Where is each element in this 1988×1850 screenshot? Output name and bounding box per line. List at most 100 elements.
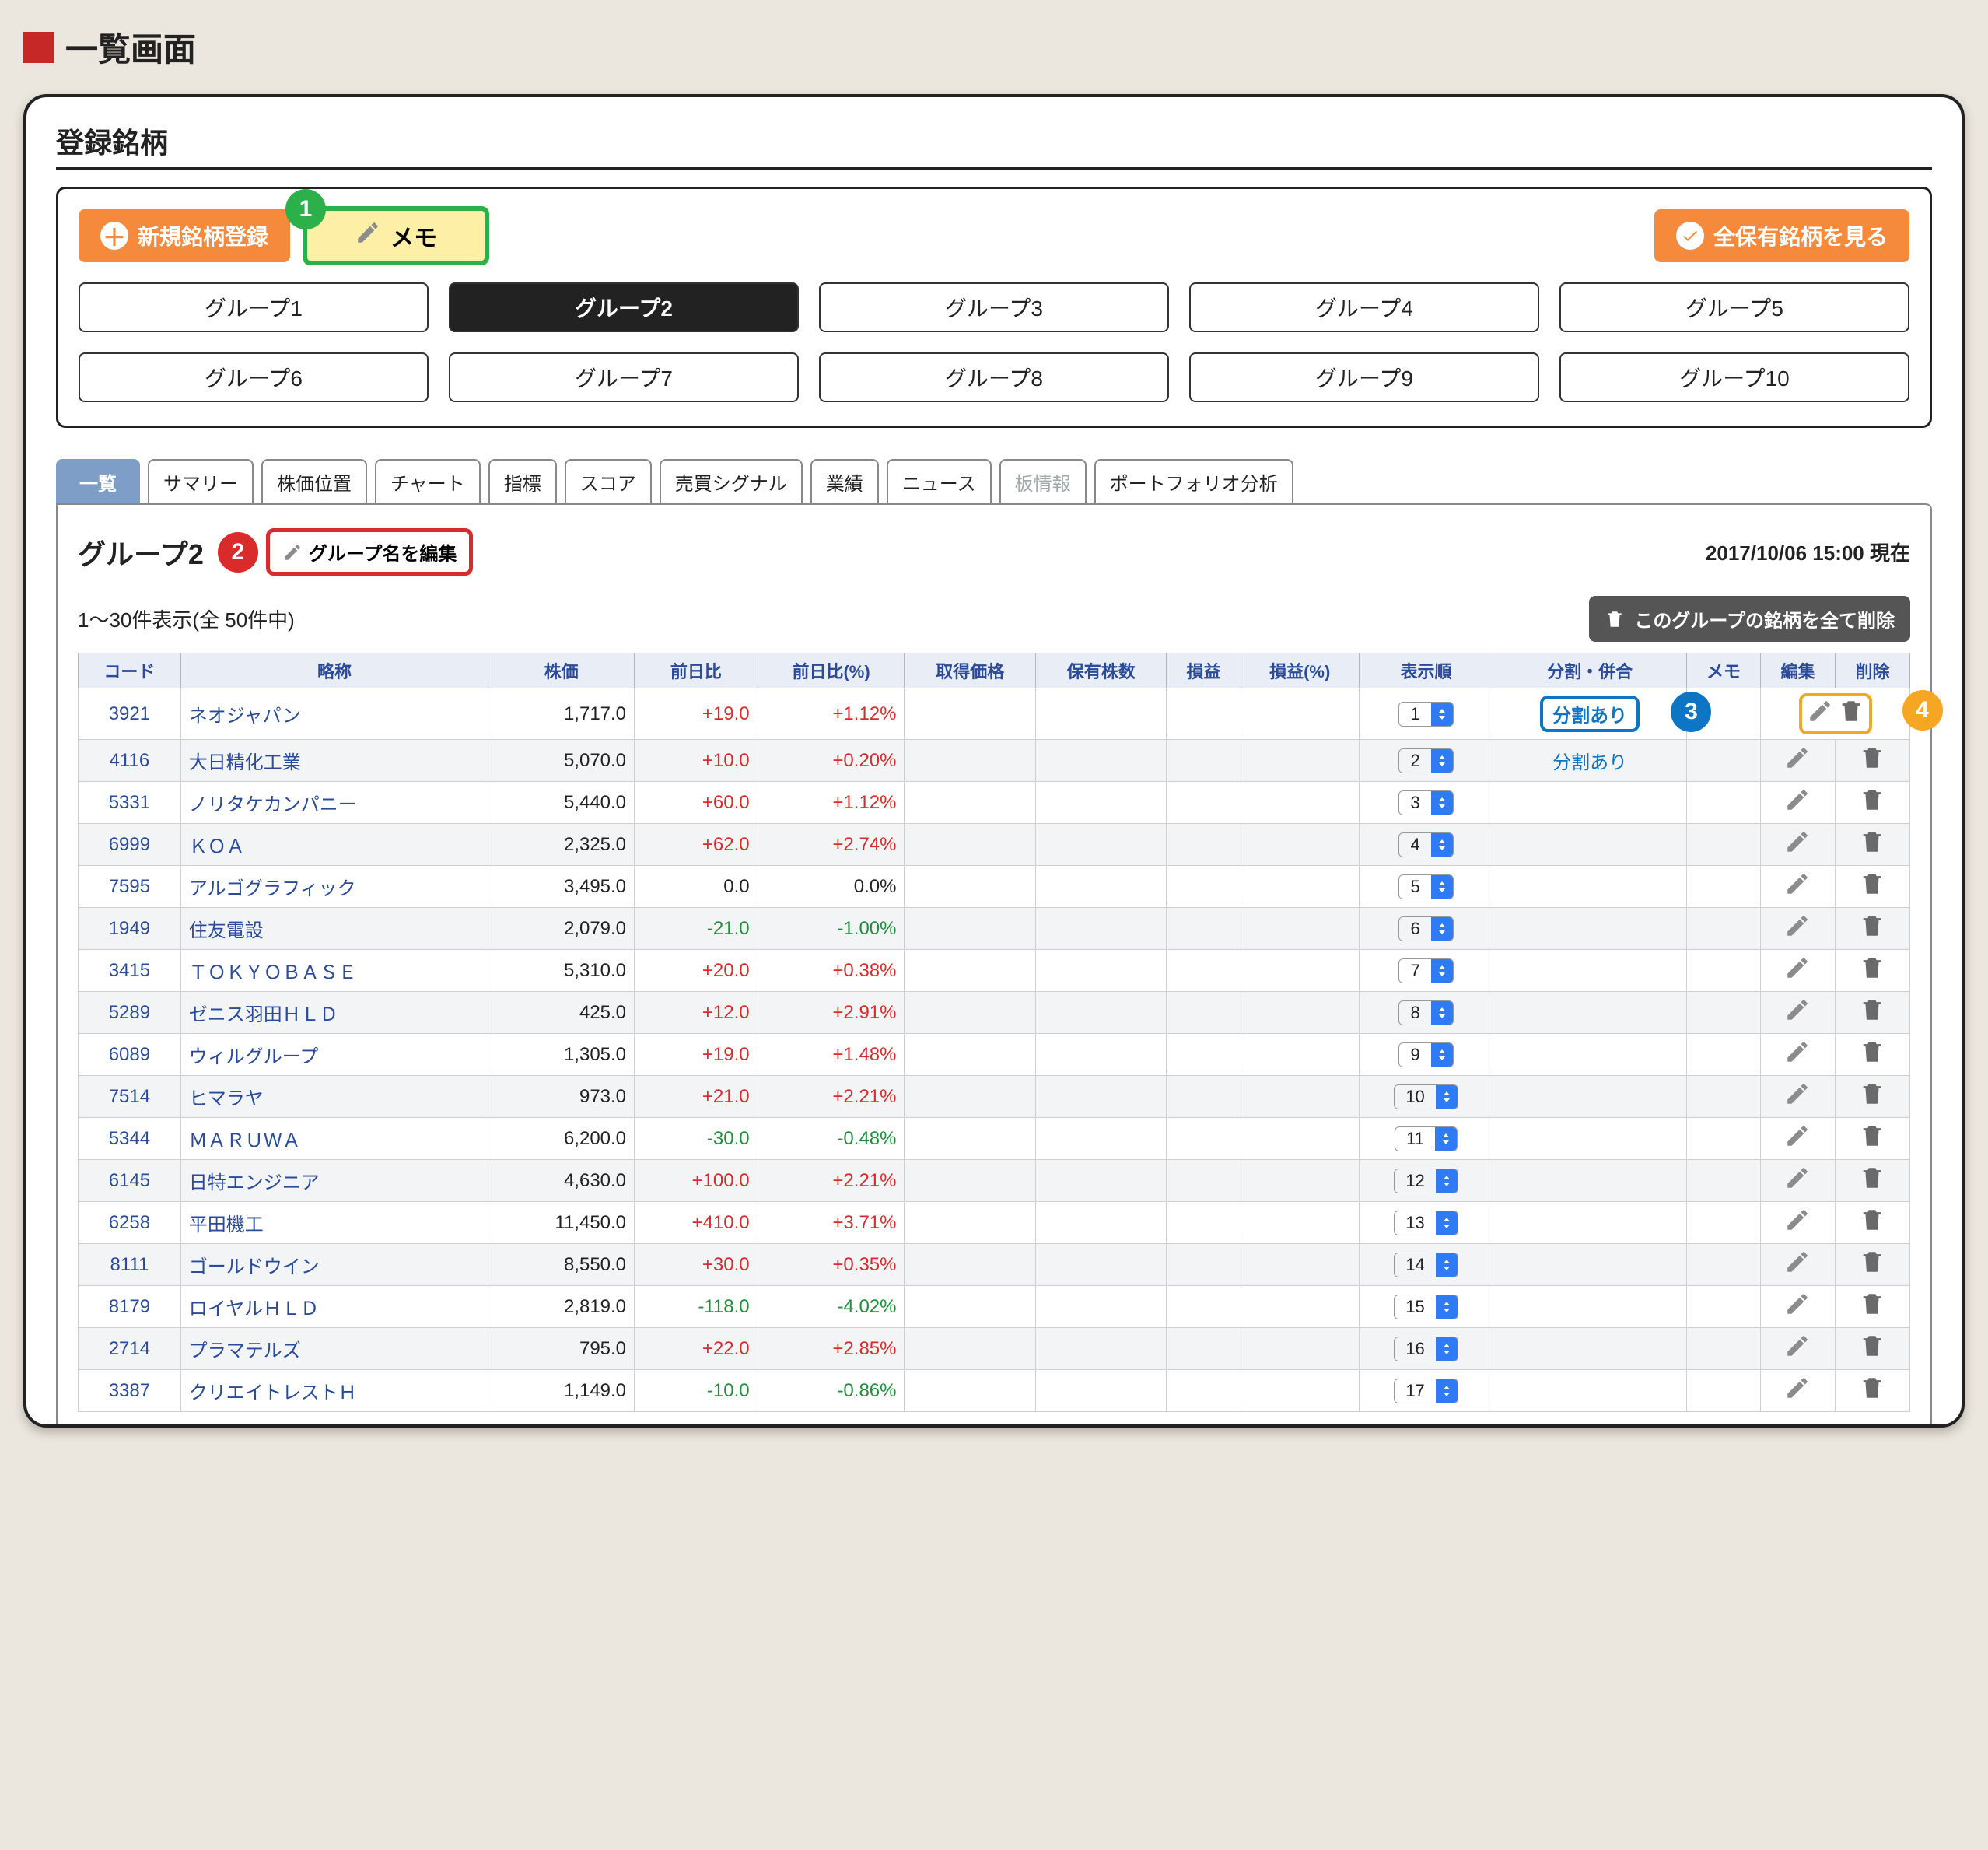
col-header[interactable]: コード: [79, 653, 181, 688]
cell-delete[interactable]: [1835, 992, 1909, 1034]
cell-delete[interactable]: [1835, 1160, 1909, 1202]
col-header[interactable]: 前日比: [635, 653, 758, 688]
cell-code[interactable]: 5344: [79, 1118, 181, 1160]
cell-delete[interactable]: [1835, 782, 1909, 824]
cell-order[interactable]: 5: [1359, 866, 1493, 908]
cell-delete[interactable]: [1835, 1328, 1909, 1370]
cell-edit[interactable]: [1761, 782, 1836, 824]
cell-edit[interactable]: [1761, 1076, 1836, 1118]
tab-8[interactable]: ニュース: [887, 459, 992, 503]
cell-order[interactable]: 17: [1359, 1370, 1493, 1412]
cell-delete[interactable]: [1835, 1244, 1909, 1286]
tab-0[interactable]: 一覧: [56, 459, 140, 503]
cell-delete[interactable]: [1835, 1370, 1909, 1412]
cell-code[interactable]: 3921: [79, 688, 181, 740]
cell-order[interactable]: 15: [1359, 1286, 1493, 1328]
cell-delete[interactable]: [1835, 1118, 1909, 1160]
col-header[interactable]: 損益(%): [1241, 653, 1359, 688]
col-header[interactable]: メモ: [1686, 653, 1760, 688]
cell-code[interactable]: 3415: [79, 950, 181, 992]
tab-2[interactable]: 株価位置: [261, 459, 367, 503]
cell-name[interactable]: ウィルグループ: [180, 1034, 488, 1076]
cell-name[interactable]: ネオジャパン: [180, 688, 488, 740]
group-tab-8[interactable]: グループ8: [819, 352, 1169, 402]
cell-order[interactable]: 16: [1359, 1328, 1493, 1370]
cell-code[interactable]: 7514: [79, 1076, 181, 1118]
cell-edit[interactable]: [1761, 740, 1836, 782]
edit-group-name-button[interactable]: グループ名を編集: [266, 528, 474, 576]
cell-order[interactable]: 6: [1359, 908, 1493, 950]
group-tab-4[interactable]: グループ4: [1189, 282, 1539, 332]
cell-code[interactable]: 6145: [79, 1160, 181, 1202]
cell-delete[interactable]: [1835, 908, 1909, 950]
cell-order[interactable]: 3: [1359, 782, 1493, 824]
cell-name[interactable]: ゴールドウイン: [180, 1244, 488, 1286]
delete-all-button[interactable]: このグループの銘柄を全て削除: [1589, 596, 1910, 642]
cell-edit[interactable]: [1761, 824, 1836, 866]
group-tab-10[interactable]: グループ10: [1559, 352, 1909, 402]
cell-edit[interactable]: [1761, 908, 1836, 950]
col-header[interactable]: 株価: [488, 653, 635, 688]
cell-delete[interactable]: [1835, 740, 1909, 782]
col-header[interactable]: 前日比(%): [758, 653, 905, 688]
col-header[interactable]: 編集: [1761, 653, 1836, 688]
cell-order[interactable]: 11: [1359, 1118, 1493, 1160]
cell-order[interactable]: 10: [1359, 1076, 1493, 1118]
group-tab-5[interactable]: グループ5: [1559, 282, 1909, 332]
group-tab-1[interactable]: グループ1: [79, 282, 429, 332]
col-header[interactable]: 略称: [180, 653, 488, 688]
cell-code[interactable]: 5289: [79, 992, 181, 1034]
cell-edit[interactable]: [1761, 1286, 1836, 1328]
edit-icon[interactable]: [1807, 698, 1833, 730]
cell-name[interactable]: ヒマラヤ: [180, 1076, 488, 1118]
cell-code[interactable]: 1949: [79, 908, 181, 950]
tab-1[interactable]: サマリー: [148, 459, 254, 503]
cell-code[interactable]: 6089: [79, 1034, 181, 1076]
new-register-button[interactable]: ＋ 新規銘柄登録: [79, 209, 290, 262]
group-tab-3[interactable]: グループ3: [819, 282, 1169, 332]
cell-name[interactable]: 大日精化工業: [180, 740, 488, 782]
cell-order[interactable]: 14: [1359, 1244, 1493, 1286]
cell-name[interactable]: ＴＯＫＹＯＢＡＳＥ: [180, 950, 488, 992]
cell-code[interactable]: 8111: [79, 1244, 181, 1286]
cell-name[interactable]: ノリタケカンパニー: [180, 782, 488, 824]
col-header[interactable]: 削除: [1835, 653, 1909, 688]
cell-name[interactable]: ＭＡＲＵＷＡ: [180, 1118, 488, 1160]
cell-code[interactable]: 7595: [79, 866, 181, 908]
cell-name[interactable]: 日特エンジニア: [180, 1160, 488, 1202]
cell-delete[interactable]: [1835, 950, 1909, 992]
cell-code[interactable]: 6258: [79, 1202, 181, 1244]
cell-code[interactable]: 2714: [79, 1328, 181, 1370]
group-tab-2[interactable]: グループ2: [449, 282, 799, 332]
cell-delete[interactable]: [1835, 1034, 1909, 1076]
cell-name[interactable]: ＫＯＡ: [180, 824, 488, 866]
cell-edit[interactable]: [1761, 1202, 1836, 1244]
cell-order[interactable]: 1: [1359, 688, 1493, 740]
col-header[interactable]: 分割・併合: [1493, 653, 1687, 688]
cell-order[interactable]: 8: [1359, 992, 1493, 1034]
cell-edit[interactable]: [1761, 992, 1836, 1034]
tab-3[interactable]: チャート: [375, 459, 481, 503]
cell-name[interactable]: ロイヤルＨＬＤ: [180, 1286, 488, 1328]
cell-edit[interactable]: [1761, 1118, 1836, 1160]
cell-delete[interactable]: [1835, 1202, 1909, 1244]
cell-order[interactable]: 12: [1359, 1160, 1493, 1202]
memo-button[interactable]: 1 メモ: [303, 206, 489, 265]
tab-10[interactable]: ポートフォリオ分析: [1094, 459, 1293, 503]
tab-7[interactable]: 業績: [810, 459, 879, 503]
cell-code[interactable]: 3387: [79, 1370, 181, 1412]
cell-code[interactable]: 8179: [79, 1286, 181, 1328]
cell-order[interactable]: 2: [1359, 740, 1493, 782]
cell-order[interactable]: 13: [1359, 1202, 1493, 1244]
cell-name[interactable]: プラマテルズ: [180, 1328, 488, 1370]
cell-edit[interactable]: [1761, 866, 1836, 908]
cell-name[interactable]: クリエイトレストＨ: [180, 1370, 488, 1412]
tab-6[interactable]: 売買シグナル: [660, 459, 803, 503]
cell-edit[interactable]: [1761, 1034, 1836, 1076]
cell-name[interactable]: 平田機工: [180, 1202, 488, 1244]
tab-4[interactable]: 指標: [488, 459, 557, 503]
cell-edit[interactable]: [1761, 1244, 1836, 1286]
cell-edit[interactable]: [1761, 950, 1836, 992]
delete-icon[interactable]: [1838, 698, 1864, 730]
cell-edit[interactable]: [1761, 1370, 1836, 1412]
